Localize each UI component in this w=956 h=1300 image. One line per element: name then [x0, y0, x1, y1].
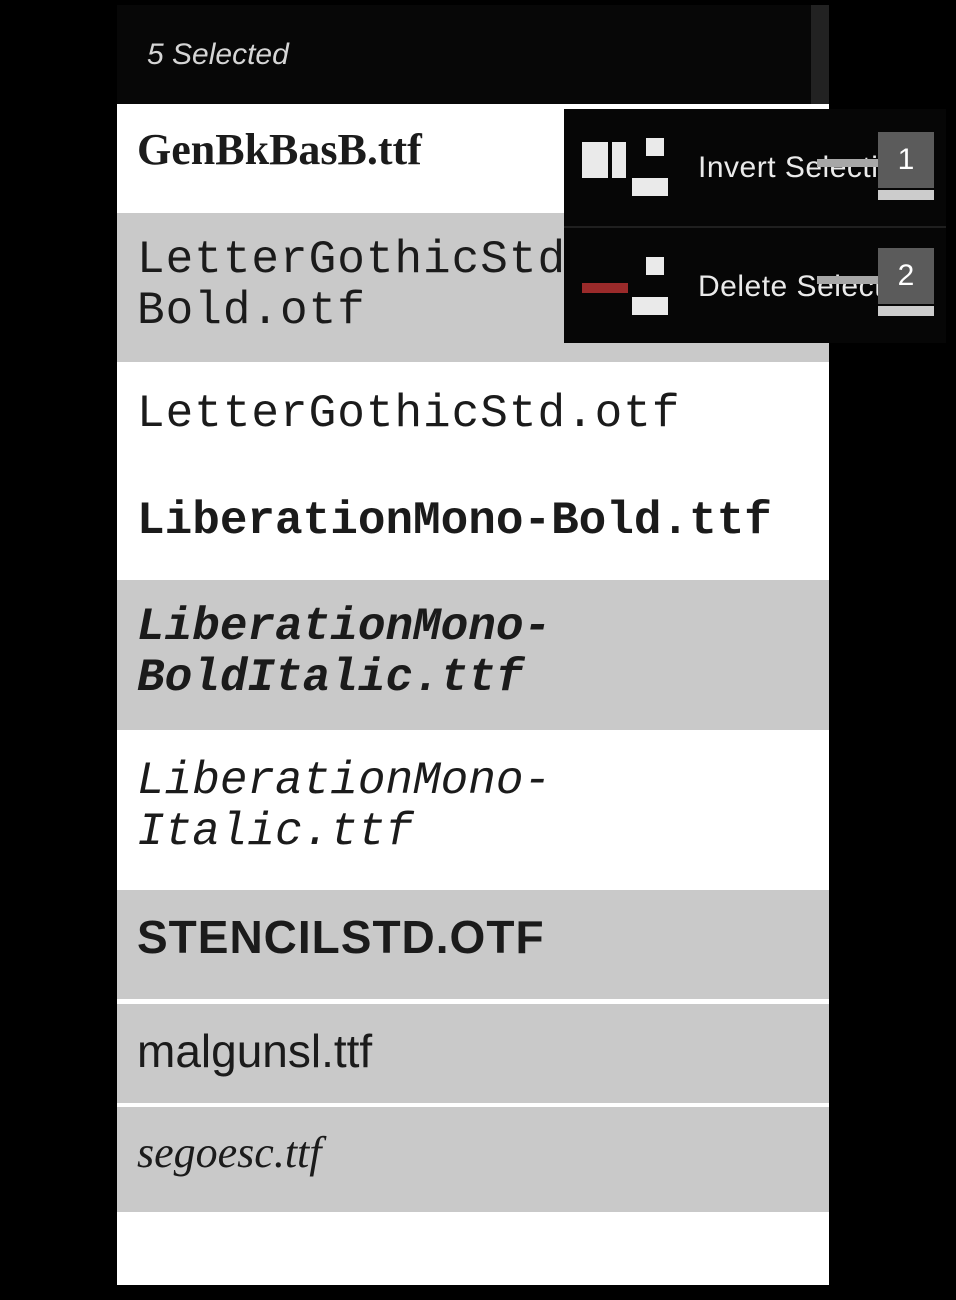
callout-badge-1: 1 [878, 132, 934, 188]
font-name-label: LiberationMono-Italic.ttf [137, 755, 551, 858]
font-row-stencilstd[interactable]: STENCILSTD.OTF [117, 890, 829, 999]
callout-badge-2: 2 [878, 248, 934, 304]
font-name-label: LiberationMono-Bold.ttf [137, 495, 772, 547]
callout-leader-line [817, 159, 878, 167]
font-name-label: LiberationMono-BoldItalic.ttf [137, 601, 551, 704]
font-name-label: malgunsl.ttf [137, 1025, 372, 1077]
callout-number: 1 [898, 143, 915, 177]
font-row-lettergothic[interactable]: LetterGothicStd.otf [117, 367, 829, 470]
font-name-label: LetterGothicStd-Bold.otf [137, 234, 595, 337]
selection-topbar: 5 Selected [117, 5, 829, 104]
callout-leader-line [817, 276, 878, 284]
font-row-liberationmono-bold[interactable]: LiberationMono-Bold.ttf [117, 474, 829, 576]
font-name-label: STENCILSTD.OTF [137, 911, 545, 963]
font-row-malgunsl[interactable]: malgunsl.ttf [117, 1004, 829, 1103]
scrollbar-track-icon [811, 5, 829, 104]
selection-count-label: 5 Selected [147, 38, 289, 72]
font-row-liberationmono-italic[interactable]: LiberationMono-Italic.ttf [117, 734, 829, 886]
font-row-empty [117, 1216, 829, 1285]
callout-number: 2 [898, 259, 915, 293]
font-row-liberationmono-bolditalic[interactable]: LiberationMono-BoldItalic.ttf [117, 580, 829, 730]
font-name-label: segoesc.ttf [137, 1128, 322, 1177]
invert-selection-icon [582, 138, 670, 198]
app-screen: 5 Selected GenBkBasB.ttf LetterGothicStd… [117, 5, 829, 1285]
delete-selected-icon [582, 257, 670, 317]
font-row-segoesc[interactable]: segoesc.ttf [117, 1107, 829, 1212]
font-name-label: GenBkBasB.ttf [137, 125, 422, 174]
font-name-label: LetterGothicStd.otf [137, 388, 681, 440]
